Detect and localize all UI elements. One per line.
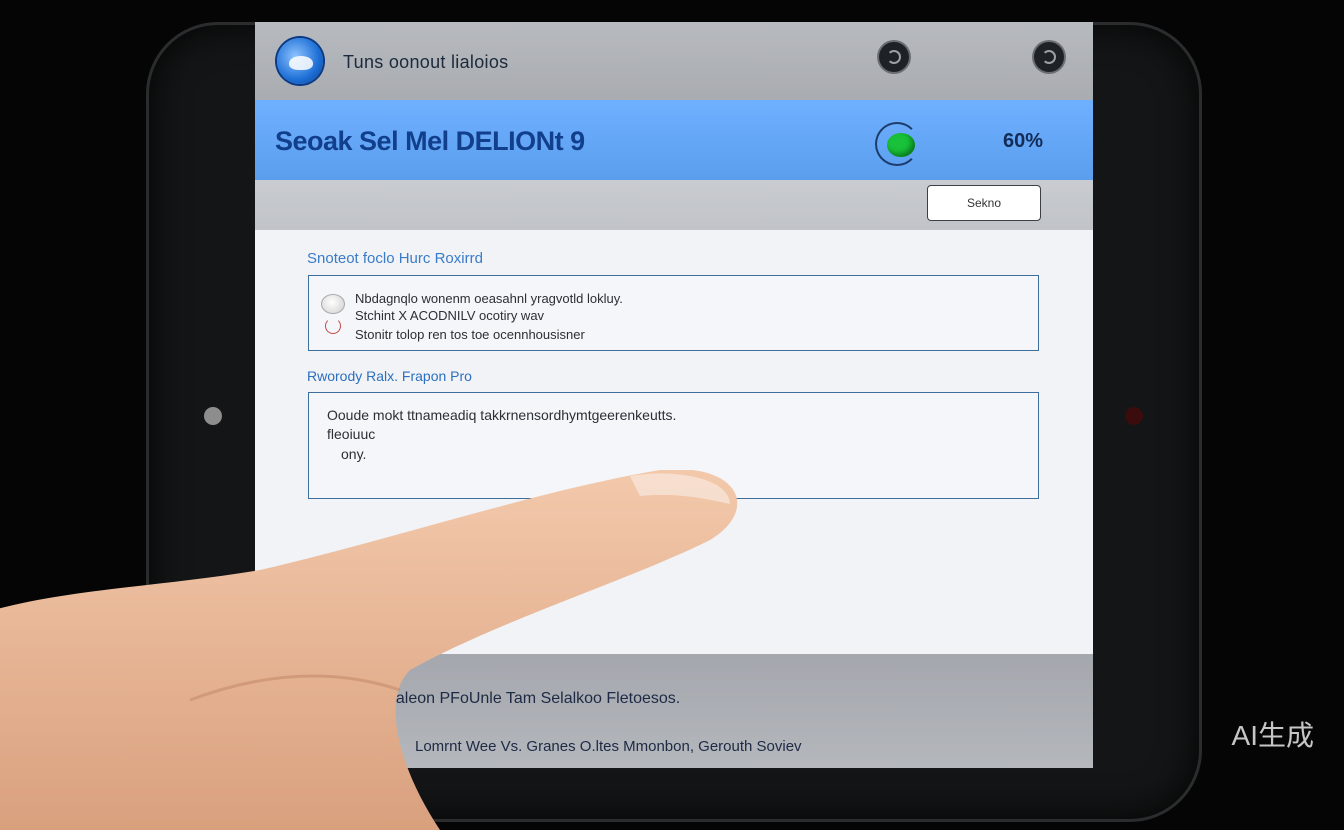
save-button[interactable]: Sekno xyxy=(927,185,1041,221)
text-area-line: ony. xyxy=(341,446,367,462)
text-area-line: fleoiuuc xyxy=(327,426,376,442)
footer-panel: aaleon PFoUnle Tam Selalkoo Fletoesos. L… xyxy=(255,654,1093,768)
option-text: Nbdagnqlo wonenm oeasahnl yragvotld lokl… xyxy=(355,291,623,306)
section-label-second: Rworody Ralx. Frapon Pro xyxy=(307,368,472,384)
app-logo-icon[interactable] xyxy=(277,38,323,84)
status-indicator-icon xyxy=(887,133,915,157)
footer-line: aaleon PFoUnle Tam Selalkoo Fletoesos. xyxy=(387,690,681,707)
radio-option-icon[interactable] xyxy=(325,318,341,334)
app-title: Tuns oonout lialoios xyxy=(343,52,509,72)
progress-percent: 60% xyxy=(1003,130,1044,152)
page-title: Seoak Sel Mel DELIONt 9 xyxy=(275,126,585,156)
section-label-first: Snoteot foclo Hurc Roxirrd xyxy=(307,250,483,267)
text-area-line: Ooude mokt ttnameadiq takkrnensordhymtge… xyxy=(327,407,677,423)
top-bar: Tuns oonout lialoios xyxy=(255,22,1093,100)
option-text: Stchint X ACODNILV ocotiry wav xyxy=(355,308,545,323)
option-text: Stonitr tolop ren tos toe ocennhousisner xyxy=(355,327,585,342)
header-band: Seoak Sel Mel DELIONt 9 60% xyxy=(255,100,1093,180)
watermark: AI生成 xyxy=(1231,720,1314,751)
sync-icon[interactable] xyxy=(1034,42,1064,72)
device-indicator-light xyxy=(1125,407,1143,425)
main-content: Snoteot foclo Hurc Roxirrd Nbdagnqlo won… xyxy=(255,230,1093,654)
text-area[interactable]: Ooude mokt ttnameadiq takkrnensordhymtge… xyxy=(308,392,1039,499)
device-side-button xyxy=(204,407,222,425)
radio-option-icon[interactable] xyxy=(321,294,345,314)
footer-line: Lomrnt Wee Vs. Granes O.ltes Mmonbon, Ge… xyxy=(415,738,802,755)
toolbar: Sekno xyxy=(255,180,1093,230)
settings-icon[interactable] xyxy=(879,42,909,72)
device-screen: Tuns oonout lialoios Seoak Sel Mel DELIO… xyxy=(255,22,1093,768)
options-box: Nbdagnqlo wonenm oeasahnl yragvotld lokl… xyxy=(308,275,1039,351)
